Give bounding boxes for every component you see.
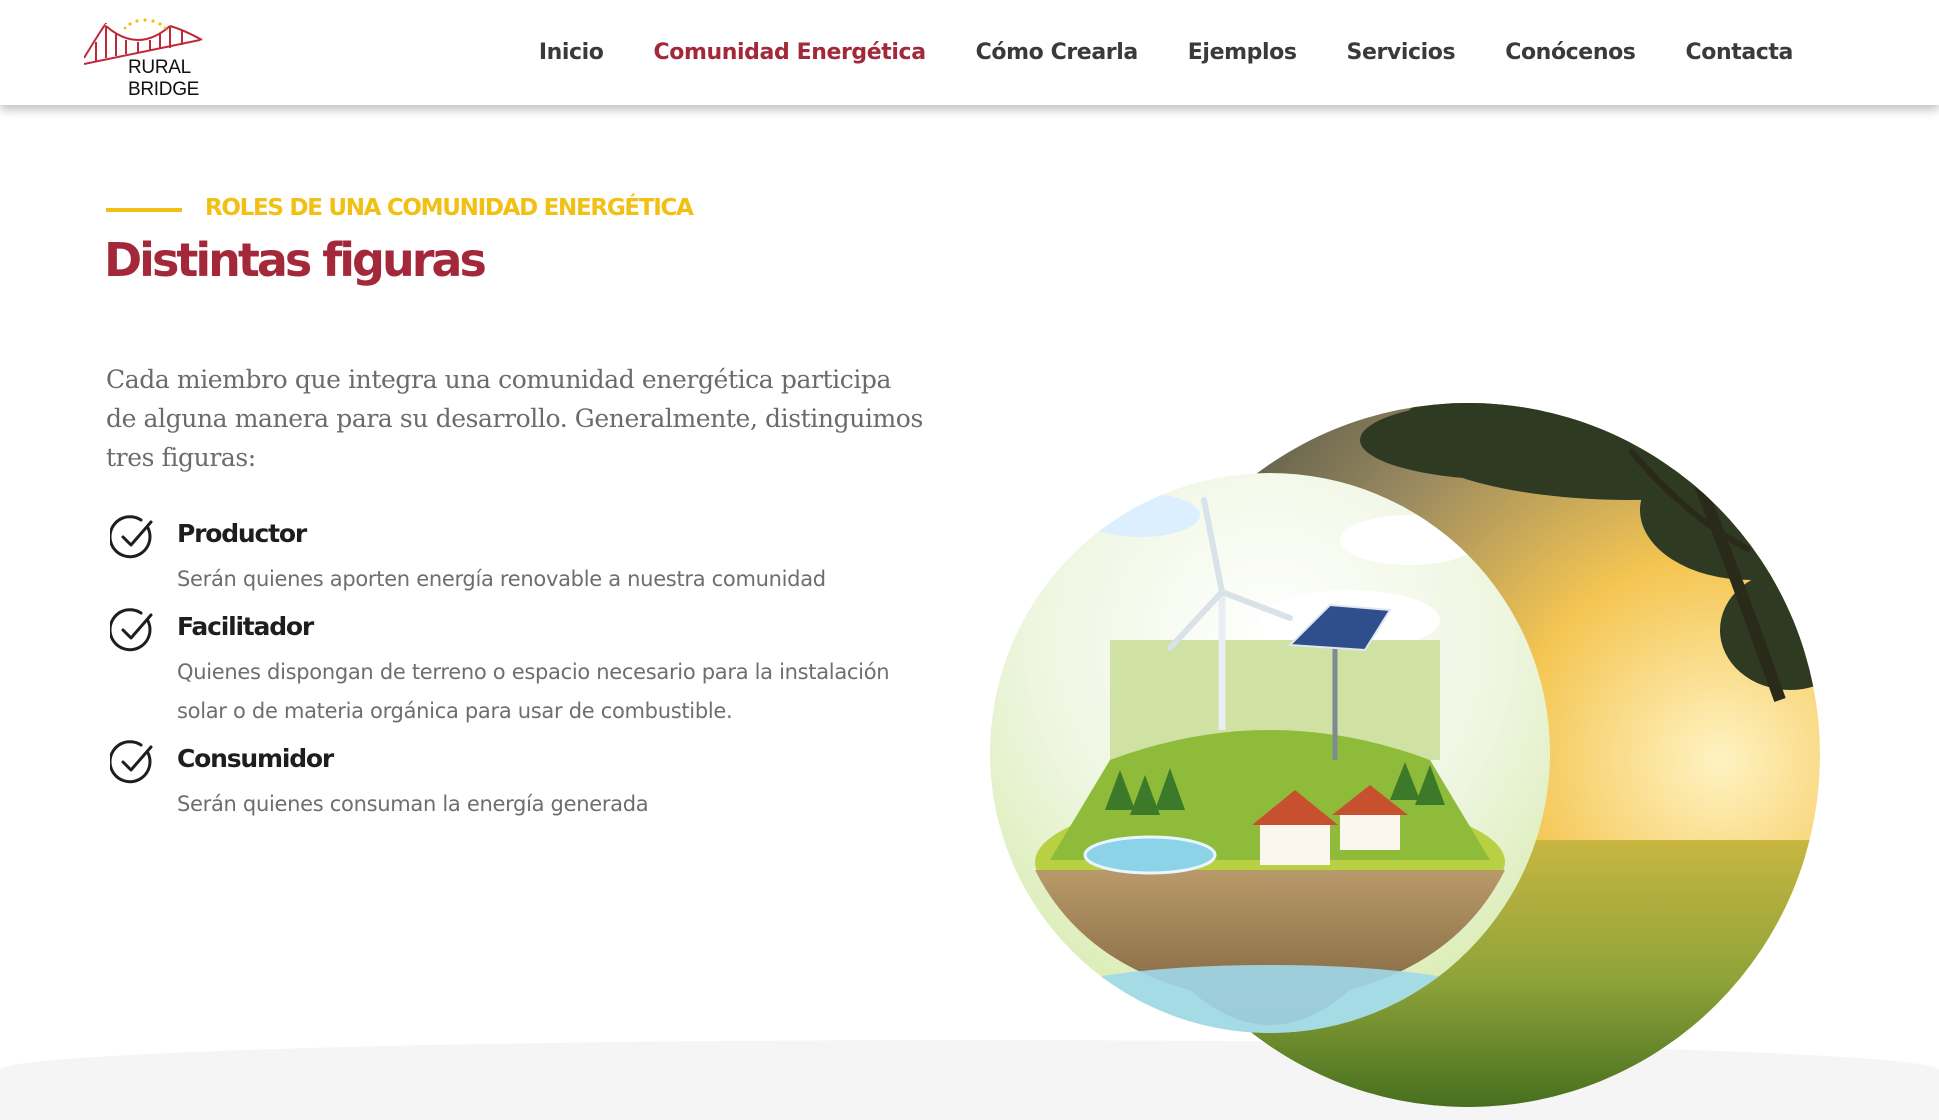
nav-item-ejemplos[interactable]: Ejemplos bbox=[1188, 40, 1297, 65]
site-header: RURAL BRIDGE Inicio Comunidad Energética… bbox=[0, 0, 1939, 105]
section-title: Distintas figuras bbox=[104, 233, 487, 287]
check-circle-icon bbox=[110, 515, 153, 559]
check-circle-icon bbox=[110, 740, 153, 784]
role-name: Facilitador bbox=[177, 612, 314, 641]
main-nav: Inicio Comunidad Energética Cómo Crearla… bbox=[489, 0, 1794, 105]
nav-item-como-crearla[interactable]: Cómo Crearla bbox=[976, 40, 1139, 65]
site-logo[interactable]: RURAL BRIDGE bbox=[84, 18, 244, 100]
role-description: Serán quienes aporten energía renovable … bbox=[177, 567, 826, 591]
nav-item-comunidad-energetica[interactable]: Comunidad Energética bbox=[654, 40, 927, 65]
nav-item-contacta[interactable]: Contacta bbox=[1686, 40, 1794, 65]
nav-item-inicio[interactable]: Inicio bbox=[539, 40, 604, 65]
role-description: Serán quienes consuman la energía genera… bbox=[177, 792, 649, 816]
nav-item-servicios[interactable]: Servicios bbox=[1347, 40, 1456, 65]
logo-text: RURAL BRIDGE bbox=[128, 57, 200, 100]
check-circle-icon bbox=[110, 608, 153, 652]
nav-item-conocenos[interactable]: Conócenos bbox=[1505, 40, 1636, 65]
eyebrow-divider bbox=[106, 208, 182, 212]
energy-community-illustration bbox=[990, 403, 1820, 1107]
role-description: Quienes dispongan de terreno o espacio n… bbox=[177, 660, 890, 723]
section-intro: Cada miembro que integra una comunidad e… bbox=[106, 365, 923, 472]
role-name: Productor bbox=[177, 519, 307, 548]
role-name: Consumidor bbox=[177, 744, 334, 773]
section-eyebrow: ROLES DE UNA COMUNIDAD ENERGÉTICA bbox=[205, 195, 694, 221]
